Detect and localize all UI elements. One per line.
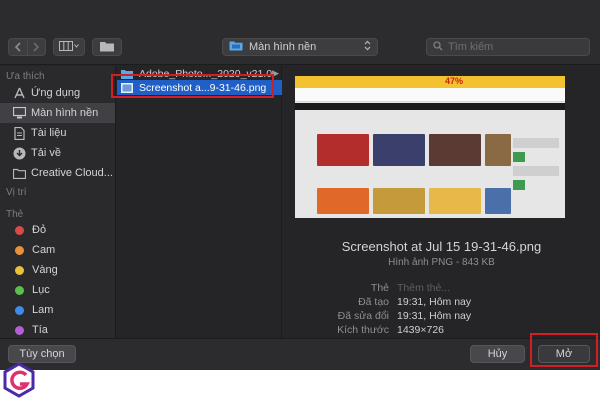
screenshot-thumbnail: 47% (295, 76, 565, 218)
yellow-tag-dot-icon (15, 265, 24, 275)
applications-icon (12, 86, 26, 100)
updown-chevron-icon (364, 40, 371, 54)
preview-pane: 47% Screenshot at Jul 15 19-31-46.png Hì… (283, 66, 600, 338)
preview-file-title: Screenshot at Jul 15 19-31-46.png (341, 239, 542, 254)
open-button-highlight-box (530, 333, 598, 367)
meta-key: Kích thước (337, 324, 389, 336)
orange-tag-dot-icon (15, 245, 24, 255)
location-label: Màn hình nền (249, 41, 317, 53)
sidebar-item-label: Lục (32, 284, 50, 296)
desktop-folder-icon (229, 40, 243, 54)
view-mode-button[interactable] (53, 38, 85, 56)
meta-key: Đã sửa đổi (337, 310, 389, 322)
meta-value: 1439×726 (397, 324, 445, 336)
sidebar-item-downloads[interactable]: Tải về (0, 143, 115, 163)
sidebar: Ưa thích Ứng dụng Màn hình nền Tài liệu … (0, 66, 116, 338)
toolbar: Màn hình nền (0, 0, 600, 65)
bottom-bar: Tùy chọn Hủy Mở (0, 338, 600, 370)
desktop-icon (12, 106, 26, 120)
meta-value: 19:31, Hôm nay (397, 296, 472, 308)
sidebar-item-label: Ứng dụng (31, 87, 81, 99)
sidebar-item-documents[interactable]: Tài liệu (0, 123, 115, 143)
tags-title: Thẻ (6, 209, 24, 220)
favorites-title: Ưa thích (6, 71, 45, 82)
sidebar-item-tag-yellow[interactable]: Vàng (0, 260, 115, 280)
folder-icon (12, 166, 26, 180)
chevron-right-icon[interactable] (26, 39, 46, 55)
meta-key: Thẻ (370, 282, 389, 294)
locations-title: Vị trí (6, 187, 27, 198)
documents-icon (12, 126, 26, 140)
meta-row-created: Đã tạo 19:31, Hôm nay (283, 296, 600, 310)
sidebar-item-creative-cloud[interactable]: Creative Cloud... (0, 163, 115, 183)
sidebar-item-label: Lam (32, 304, 54, 316)
sidebar-item-tag-orange[interactable]: Cam (0, 240, 115, 260)
sidebar-item-label: Creative Cloud... (31, 167, 113, 179)
downloads-icon (12, 146, 26, 160)
page-background (0, 370, 600, 400)
purple-tag-dot-icon (15, 325, 24, 335)
search-field[interactable] (426, 38, 590, 56)
sidebar-item-label: Đỏ (32, 224, 47, 236)
meta-row-modified: Đã sửa đổi 19:31, Hôm nay (283, 310, 600, 324)
sidebar-item-label: Màn hình nền (31, 107, 99, 119)
column-view-icon (59, 40, 79, 54)
search-icon (433, 40, 443, 54)
sidebar-item-label: Cam (32, 244, 56, 256)
new-folder-button[interactable] (92, 38, 122, 56)
cancel-button[interactable]: Hủy (470, 345, 525, 363)
file-list: Adobe_Photo..._2020_v21.0 ▶ Screenshot a… (117, 66, 282, 338)
sidebar-item-label: Vàng (32, 264, 58, 276)
location-select[interactable]: Màn hình nền (222, 38, 378, 56)
thumbnail-promo-text: 47% (445, 76, 464, 86)
red-tag-dot-icon (15, 225, 24, 235)
sidebar-item-tag-red[interactable]: Đỏ (0, 220, 115, 240)
sidebar-item-label: Tài liệu (31, 127, 67, 139)
open-file-dialog: Màn hình nền Ưa thích Ứng dụng Màn hình … (0, 0, 600, 370)
sidebar-item-label: Tía (32, 324, 48, 336)
sidebar-item-tag-green[interactable]: Lục (0, 280, 115, 300)
sidebar-item-desktop[interactable]: Màn hình nền (0, 103, 115, 123)
meta-row-tags: Thẻ Thêm thẻ... (283, 282, 600, 296)
sidebar-item-applications[interactable]: Ứng dụng (0, 83, 115, 103)
watermark-logo-icon (3, 362, 35, 398)
folder-icon (99, 40, 115, 55)
green-tag-dot-icon (15, 285, 24, 295)
meta-key: Đã tạo (358, 296, 389, 308)
sidebar-item-label: Tải về (31, 147, 61, 159)
sidebar-item-tag-blue[interactable]: Lam (0, 300, 115, 320)
chevron-left-icon[interactable] (9, 39, 27, 55)
add-tags-field[interactable]: Thêm thẻ... (397, 282, 450, 294)
selected-file-highlight-box (111, 74, 274, 98)
meta-value: 19:31, Hôm nay (397, 310, 472, 322)
navigation-buttons (8, 38, 46, 56)
search-input[interactable] (448, 41, 578, 53)
options-button[interactable]: Tùy chọn (8, 345, 76, 363)
blue-tag-dot-icon (15, 305, 24, 315)
preview-file-subtitle: Hình ảnh PNG - 843 KB (388, 257, 495, 268)
sidebar-item-tag-purple[interactable]: Tía (0, 320, 115, 338)
